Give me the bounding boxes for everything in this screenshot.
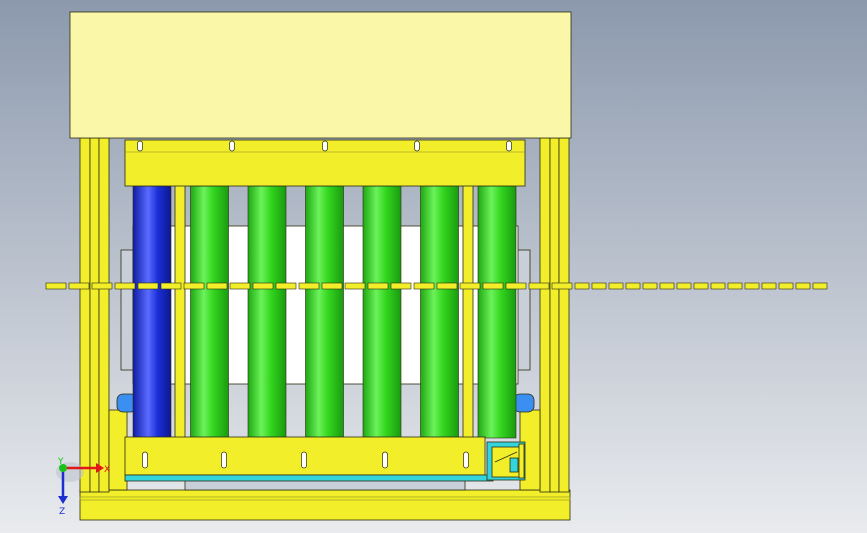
- triad-z-label: Z: [59, 507, 65, 517]
- belt-segment: [761, 282, 777, 290]
- belt-segment: [229, 282, 251, 290]
- bottom-fastener-slot: [142, 451, 148, 469]
- belt-segment: [390, 282, 412, 290]
- roller-green: [190, 185, 229, 439]
- belt-segment: [795, 282, 811, 290]
- belt-segment: [505, 282, 527, 290]
- belt-segment: [744, 282, 760, 290]
- assembly-drawing[interactable]: X Y Z: [0, 0, 867, 533]
- roller-green: [477, 185, 517, 439]
- belt-segment: [642, 282, 658, 290]
- belt-segment: [710, 282, 726, 290]
- cad-viewport[interactable]: X Y Z: [0, 0, 867, 533]
- belt-segment: [413, 282, 435, 290]
- belt-segment: [275, 282, 297, 290]
- bottom-fastener-slot: [221, 451, 227, 469]
- belt-segment: [528, 282, 550, 290]
- triad-x-label: X: [104, 465, 110, 475]
- belt-segment: [591, 282, 607, 290]
- belt-segment: [778, 282, 794, 290]
- belt-segment: [812, 282, 828, 290]
- belt-segment: [160, 282, 182, 290]
- top-fastener-slot: [229, 140, 235, 152]
- belt-segment: [459, 282, 481, 290]
- top-housing: [69, 11, 572, 139]
- top-fastener-slot: [506, 140, 512, 152]
- roller-green: [362, 185, 402, 439]
- upper-clamp-plate: [124, 139, 526, 187]
- belt-segment: [252, 282, 274, 290]
- belt-segment: [137, 282, 159, 290]
- roller-green: [420, 185, 459, 439]
- belt-segment: [91, 282, 113, 290]
- belt-segment: [436, 282, 458, 290]
- frame-right-posts: [539, 137, 570, 493]
- top-fastener-slot: [322, 140, 328, 152]
- right-bracket: [486, 441, 526, 481]
- belt-segment: [693, 282, 709, 290]
- motor-right: [513, 393, 535, 413]
- belt-segment: [367, 282, 389, 290]
- belt-segment: [206, 282, 228, 290]
- roller-green: [247, 185, 287, 439]
- top-fastener-slot: [414, 140, 420, 152]
- triad-y-label: Y: [57, 457, 64, 467]
- top-fastener-slot: [137, 140, 143, 152]
- side-guide-left: [120, 249, 134, 371]
- belt-segment: [183, 282, 205, 290]
- belt-segment: [482, 282, 504, 290]
- belt-segment: [298, 282, 320, 290]
- belt-segment: [574, 282, 590, 290]
- belt-segment: [727, 282, 743, 290]
- roller-group: [132, 185, 517, 439]
- belt-segment: [344, 282, 366, 290]
- bottom-fastener-slot: [382, 451, 388, 469]
- bottom-fastener-slot: [301, 451, 307, 469]
- belt-segment: [659, 282, 675, 290]
- belt-segment: [114, 282, 136, 290]
- upright-right: [462, 184, 474, 440]
- belt-segment: [45, 282, 67, 290]
- belt-segment: [676, 282, 692, 290]
- belt-segment: [608, 282, 624, 290]
- roller-blue: [132, 185, 172, 439]
- upright-left: [174, 184, 186, 440]
- bottom-fastener-slot: [463, 451, 469, 469]
- belt-segment: [551, 282, 573, 290]
- inner-column-left: [108, 409, 128, 491]
- belt-segment: [625, 282, 641, 290]
- belt-segment: [68, 282, 90, 290]
- roller-green: [305, 185, 344, 439]
- frame-left-posts: [79, 137, 110, 493]
- belt-segment: [321, 282, 343, 290]
- lower-clamp-plate: [124, 436, 494, 482]
